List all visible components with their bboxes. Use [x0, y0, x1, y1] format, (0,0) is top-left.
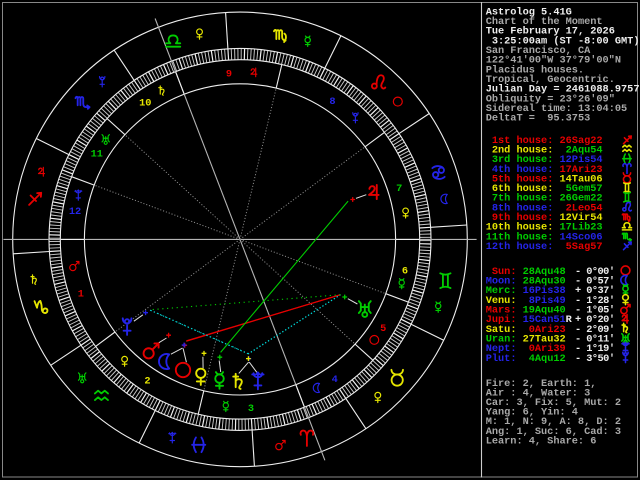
- svg-text:12th house:: 12th house:: [486, 241, 554, 253]
- svg-text:R: R: [566, 314, 573, 326]
- svg-text:11: 11: [91, 149, 103, 161]
- svg-text:2: 2: [144, 376, 150, 388]
- svg-text:4: 4: [332, 374, 338, 386]
- svg-text:5Sag57: 5Sag57: [560, 241, 603, 253]
- svg-text:8: 8: [329, 96, 335, 108]
- svg-text:12: 12: [69, 206, 81, 218]
- svg-text:6: 6: [402, 265, 408, 277]
- svg-text:1: 1: [78, 288, 84, 300]
- svg-text:Learn: 4, Share: 6: Learn: 4, Share: 6: [486, 435, 597, 447]
- svg-text:Plut:: Plut:: [486, 353, 517, 365]
- svg-text:3: 3: [248, 403, 254, 415]
- svg-text:10: 10: [139, 97, 151, 109]
- svg-text:- 3°50': - 3°50': [575, 353, 615, 365]
- svg-text:5: 5: [380, 323, 386, 335]
- svg-text:DeltaT = 95.3753: DeltaT = 95.3753: [486, 113, 591, 125]
- svg-text:4Aqu12: 4Aqu12: [523, 353, 566, 365]
- svg-text:7: 7: [396, 183, 402, 195]
- svg-text:9: 9: [226, 68, 232, 80]
